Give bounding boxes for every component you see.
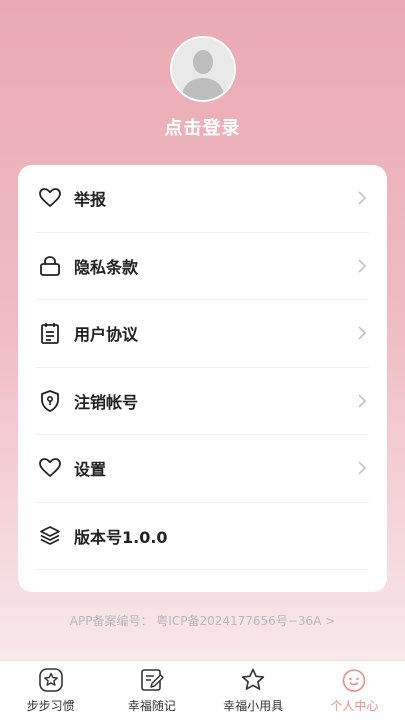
tab-habits[interactable]: 步步习惯 bbox=[0, 661, 101, 720]
heart-icon bbox=[38, 456, 62, 480]
menu-item-settings[interactable]: 设置 bbox=[36, 435, 369, 503]
chevron-right-icon bbox=[358, 461, 367, 475]
tab-label: 幸福小用具 bbox=[223, 699, 284, 713]
profile-header: 点击登录 bbox=[0, 0, 405, 165]
menu-item-label: 版本号1.0.0 bbox=[74, 527, 168, 547]
tab-journal[interactable]: 幸福随记 bbox=[101, 661, 202, 720]
chevron-right-icon bbox=[358, 259, 367, 273]
menu-card: 举报 隐私条款 用户协议 注销帐号 设置 版本号1.0.0 bbox=[18, 165, 387, 592]
chevron-right-icon bbox=[358, 191, 367, 205]
menu-item-user-agreement[interactable]: 用户协议 bbox=[36, 300, 369, 368]
menu-item-delete-account[interactable]: 注销帐号 bbox=[36, 368, 369, 435]
menu-item-label: 举报 bbox=[74, 190, 107, 210]
menu-item-label: 注销帐号 bbox=[74, 392, 139, 412]
avatar[interactable] bbox=[170, 36, 236, 102]
tab-label: 步步习惯 bbox=[26, 699, 75, 713]
menu-item-label: 设置 bbox=[74, 460, 107, 480]
bottom-tab-bar: 步步习惯 幸福随记 幸福小用具 个人中心 bbox=[0, 660, 405, 720]
shield-icon bbox=[38, 389, 62, 413]
layers-icon bbox=[38, 524, 62, 548]
document-icon bbox=[38, 321, 62, 345]
menu-item-label: 隐私条款 bbox=[74, 257, 139, 277]
star-badge-icon bbox=[38, 668, 63, 692]
tab-label: 个人中心 bbox=[330, 699, 379, 713]
chevron-right-icon bbox=[358, 394, 367, 408]
note-edit-icon bbox=[141, 669, 164, 691]
tab-label: 幸福随记 bbox=[127, 699, 176, 713]
tab-profile[interactable]: 个人中心 bbox=[304, 661, 405, 720]
star-icon bbox=[241, 668, 265, 690]
heart-icon bbox=[38, 186, 62, 210]
menu-item-version[interactable]: 版本号1.0.0 bbox=[36, 503, 369, 570]
tab-tools[interactable]: 幸福小用具 bbox=[203, 661, 304, 720]
user-silhouette-icon bbox=[172, 38, 234, 100]
chevron-right-icon bbox=[358, 326, 367, 340]
icp-record-link[interactable]: APP备案编号： 粤ICP备2024177656号−36A > bbox=[0, 612, 405, 629]
menu-item-label: 用户协议 bbox=[74, 325, 139, 345]
smile-face-icon bbox=[343, 669, 366, 692]
menu-item-report[interactable]: 举报 bbox=[36, 165, 369, 233]
menu-item-privacy[interactable]: 隐私条款 bbox=[36, 233, 369, 300]
login-button[interactable]: 点击登录 bbox=[0, 114, 405, 140]
lock-icon bbox=[38, 254, 62, 278]
